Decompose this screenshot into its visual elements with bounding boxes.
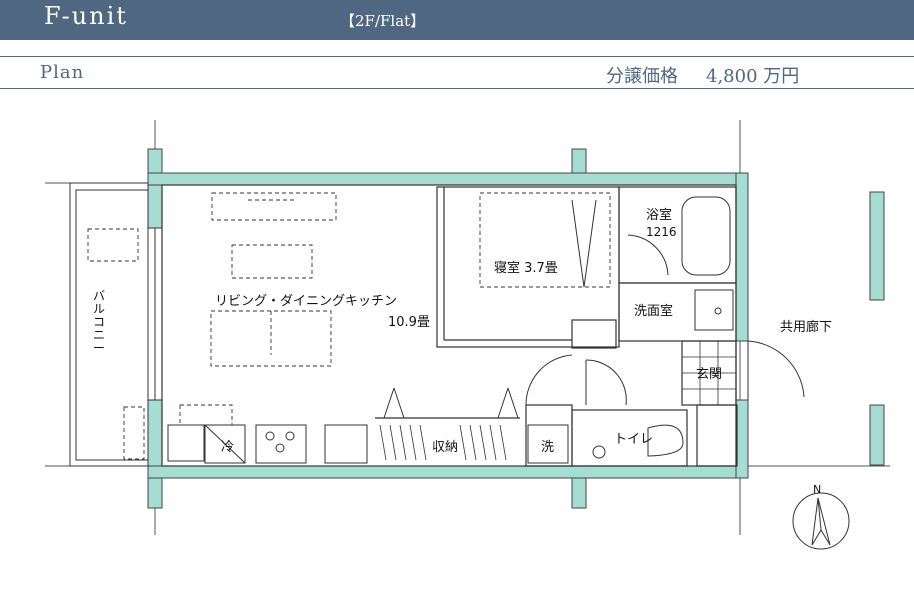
bath-label: 浴室 bbox=[646, 207, 672, 223]
structural-walls bbox=[147, 148, 885, 509]
balcony-label: バルコニー bbox=[93, 289, 105, 355]
toilet-label: トイレ bbox=[614, 432, 653, 447]
bath-size: 1216 bbox=[646, 225, 677, 239]
balcony bbox=[69, 182, 163, 467]
fridge-label: 冷 bbox=[221, 440, 234, 455]
storage-label: 収納 bbox=[432, 440, 458, 455]
compass-icon: N bbox=[792, 483, 850, 550]
furniture bbox=[87, 192, 611, 460]
corridor-label: 共用廊下 bbox=[780, 319, 832, 335]
bathtub bbox=[681, 196, 734, 331]
entrance-label: 玄関 bbox=[696, 367, 722, 382]
ldk-label: リビング・ダイニングキッチン bbox=[215, 294, 397, 309]
bedroom-label: 寝室 3.7畳 bbox=[494, 260, 558, 276]
floor-plan: バルコニー リビング・ダイニングキッチン 10.9畳 寝室 3.7畳 浴室 12… bbox=[45, 120, 890, 550]
washer-label: 洗 bbox=[541, 440, 554, 455]
compass-north: N bbox=[813, 483, 821, 496]
ldk-size: 10.9畳 bbox=[388, 315, 430, 330]
washroom-label: 洗面室 bbox=[634, 303, 673, 319]
